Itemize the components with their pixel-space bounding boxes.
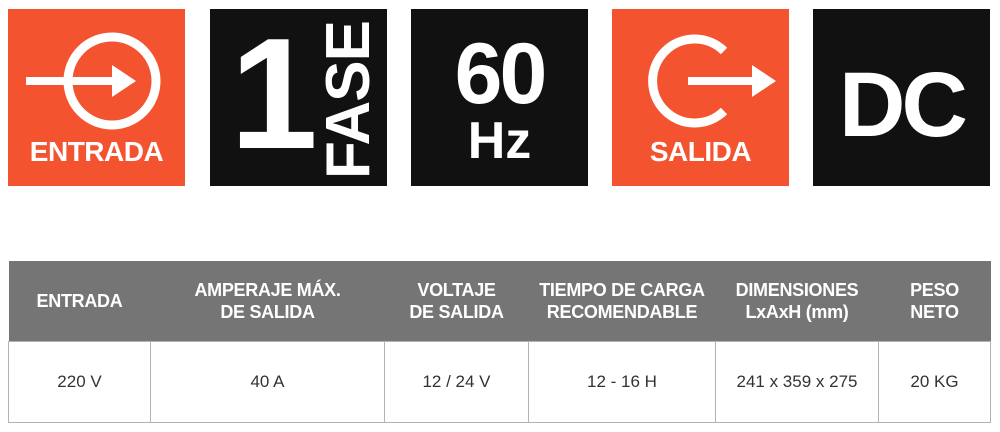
phase-text: FASE [314, 21, 383, 179]
phase-number: 1 [230, 9, 318, 182]
cell-entrada: 220 V [8, 341, 151, 423]
cell-dimensiones: 241 x 359 x 275 [715, 341, 879, 423]
specs-table: ENTRADA AMPERAJE MÁX. DE SALIDA VOLTAJE DE… [8, 261, 991, 423]
frequency-unit: Hz [467, 112, 532, 170]
specs-header-row: ENTRADA AMPERAJE MÁX. DE SALIDA VOLTAJE DE… [8, 261, 991, 342]
tile-single-phase: 1 FASE [210, 9, 387, 186]
current-type: DC [839, 54, 968, 156]
header-tiempo-carga: TIEMPO DE CARGA RECOMENDABLE [528, 261, 716, 342]
tile-dc: DC [813, 9, 990, 186]
table-row: 220 V 40 A 12 / 24 V 12 - 16 H 241 x 359… [8, 341, 991, 423]
tile-frequency: 60 Hz [411, 9, 588, 186]
header-amperaje: AMPERAJE MÁX. DE SALIDA [150, 261, 385, 342]
cell-peso: 20 KG [878, 341, 991, 423]
tile-entrada: ENTRADA [8, 9, 185, 186]
tile-salida: SALIDA [612, 9, 789, 186]
cell-amperaje: 40 A [150, 341, 385, 423]
header-dimensiones: DIMENSIONES LxAxH (mm) [715, 261, 879, 342]
tile-label-entrada: ENTRADA [29, 136, 164, 167]
cell-tiempo-carga: 12 - 16 H [528, 341, 716, 423]
cell-voltaje: 12 / 24 V [384, 341, 529, 423]
tile-label-salida: SALIDA [649, 136, 752, 167]
frequency-value: 60 [454, 26, 548, 122]
header-entrada: ENTRADA [8, 261, 151, 342]
header-voltaje: VOLTAJE DE SALIDA [384, 261, 529, 342]
header-peso: PESO NETO [878, 261, 991, 342]
